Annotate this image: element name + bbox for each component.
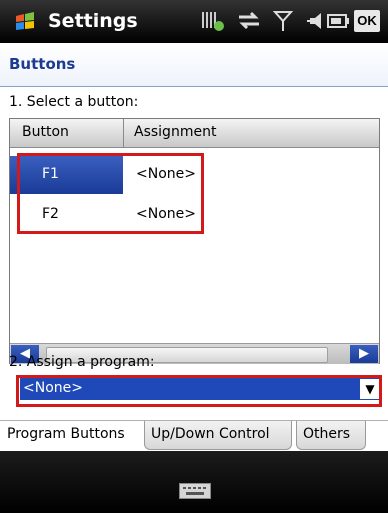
tab-label: Program Buttons <box>7 426 125 442</box>
column-header-button[interactable]: Button <box>22 124 69 140</box>
select-button-label: 1. Select a button: <box>9 94 139 110</box>
title-bar: Settings OK <box>0 0 388 43</box>
page-title: Buttons <box>9 55 76 73</box>
list-header: Button Assignment <box>10 119 379 148</box>
assign-program-label: 2. Assign a program: <box>9 354 155 370</box>
ok-button[interactable]: OK <box>354 10 380 32</box>
program-dropdown[interactable]: <None> ▼ <box>20 378 381 400</box>
network-sync-icon[interactable] <box>236 9 262 33</box>
row-assignment: <None> <box>136 206 196 222</box>
windows-flag-icon[interactable] <box>14 11 36 33</box>
tab-label: Others <box>303 426 351 442</box>
battery-icon[interactable] <box>326 9 350 33</box>
signal-antenna-icon[interactable] <box>272 9 294 33</box>
battery-charging-icon[interactable] <box>200 9 226 33</box>
scroll-right-icon[interactable]: ▶ <box>350 345 378 363</box>
keyboard-icon[interactable] <box>179 483 211 499</box>
row-assignment: <None> <box>136 166 196 182</box>
app-title: Settings <box>48 10 138 32</box>
tab-program-buttons[interactable]: Program Buttons <box>0 421 145 449</box>
button-list[interactable]: Button Assignment F1 <None> F2 <None> ◀ … <box>9 118 380 364</box>
soft-key-bar <box>0 451 388 513</box>
page-header: Buttons <box>0 43 388 87</box>
row-button-name: F2 <box>42 206 59 222</box>
tab-others[interactable]: Others <box>296 421 366 450</box>
dropdown-arrow-icon[interactable]: ▼ <box>360 379 380 399</box>
tab-up-down-control[interactable]: Up/Down Control <box>144 421 292 450</box>
column-header-assignment[interactable]: Assignment <box>134 124 216 140</box>
row-name-cell: F1 <box>10 156 123 194</box>
list-row-f2[interactable]: F2 <None> <box>10 196 379 234</box>
tab-label: Up/Down Control <box>151 426 270 442</box>
speaker-icon[interactable] <box>306 9 328 33</box>
tab-bar: Program Buttons Up/Down Control Others <box>0 420 388 450</box>
list-row-f1[interactable]: F1 <None> <box>10 156 379 194</box>
dropdown-value: <None> <box>23 380 83 396</box>
row-button-name: F1 <box>42 166 59 182</box>
row-name-cell: F2 <box>10 196 123 234</box>
column-divider[interactable] <box>123 119 124 147</box>
